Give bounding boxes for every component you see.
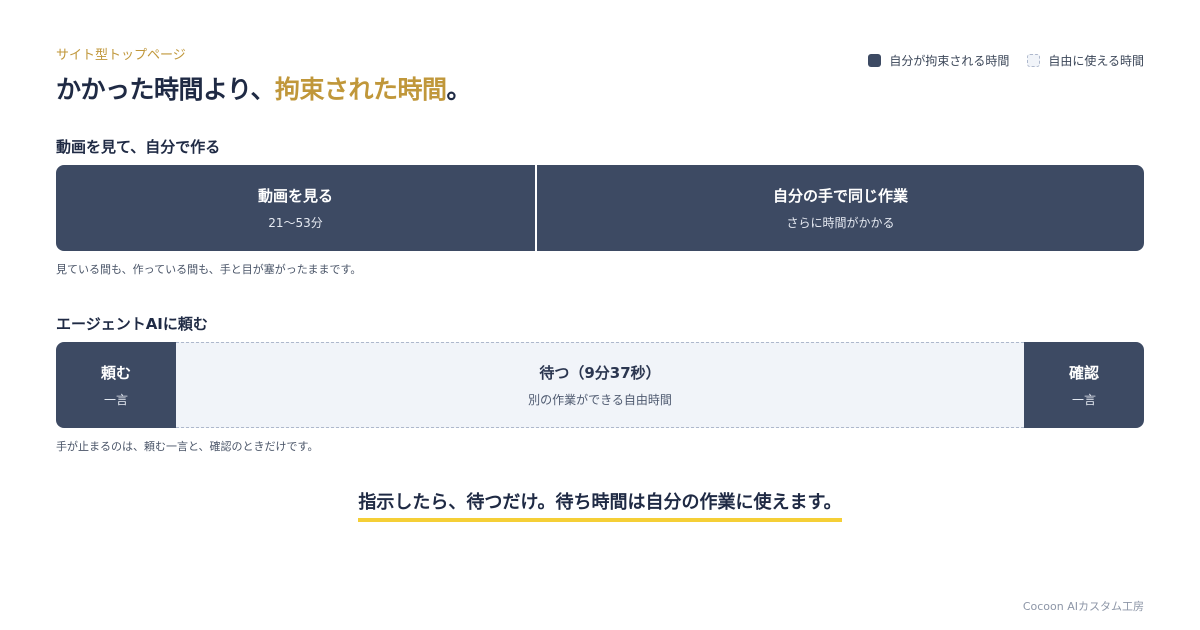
eyebrow-label: サイト型トップページ [56,48,186,63]
timeline-bar-video: 動画を見る 21〜53分 自分の手で同じ作業 さらに時間がかかる [56,165,1144,251]
timeline-bar-agent: 頼む 一言 待つ（9分37秒） 別の作業ができる自由時間 確認 一言 [56,342,1144,428]
note-video: 見ている間も、作っている間も、手と目が塞がったままです。 [56,263,362,276]
legend-free-label: 自由に使える時間 [1048,54,1144,68]
segment-confirm: 確認 一言 [1024,342,1144,428]
segment-sub: 一言 [103,393,128,407]
legend-item-free: 自由に使える時間 [1027,52,1144,69]
segment-sub: さらに時間がかかる [786,216,895,230]
segment-label: 確認 [1068,364,1099,382]
brand-credit: Cocoon AIカスタム工房 [1022,600,1144,613]
legend-item-bound: 自分が拘束される時間 [868,52,1009,69]
segment-watch-video: 動画を見る 21〜53分 [56,165,535,251]
section-title-agent: エージェントAIに頼む [56,315,208,333]
legend-bound-label: 自分が拘束される時間 [889,54,1010,68]
segment-manual-work: 自分の手で同じ作業 さらに時間がかかる [537,165,1144,251]
segment-sub: 一言 [1071,393,1096,407]
tagline: 指示したら、待つだけ。待ち時間は自分の作業に使えます。 [358,488,842,522]
bound-swatch-icon [868,54,882,67]
legend: 自分が拘束される時間 自由に使える時間 [850,52,1144,69]
segment-sub: 21〜53分 [268,216,323,230]
segment-label: 待つ（9分37秒） [539,364,661,382]
headline-accent: 拘束された時間 [275,75,447,104]
note-agent: 手が止まるのは、頼む一言と、確認のときだけです。 [56,440,319,453]
page-title: かかった時間より、拘束された時間。 [56,70,472,106]
segment-label: 頼む [100,364,131,382]
free-swatch-icon [1027,54,1041,67]
segment-label: 動画を見る [257,187,333,205]
headline-suffix: 。 [446,75,472,104]
segment-sub: 別の作業ができる自由時間 [528,393,672,407]
tagline-wrap: 指示したら、待つだけ。待ち時間は自分の作業に使えます。 [0,488,1200,522]
segment-wait: 待つ（9分37秒） 別の作業ができる自由時間 [176,342,1024,428]
section-title-video: 動画を見て、自分で作る [56,138,221,156]
segment-label: 自分の手で同じ作業 [772,187,908,205]
segment-request: 頼む 一言 [56,342,176,428]
headline-prefix: かかった時間より、 [56,75,276,104]
